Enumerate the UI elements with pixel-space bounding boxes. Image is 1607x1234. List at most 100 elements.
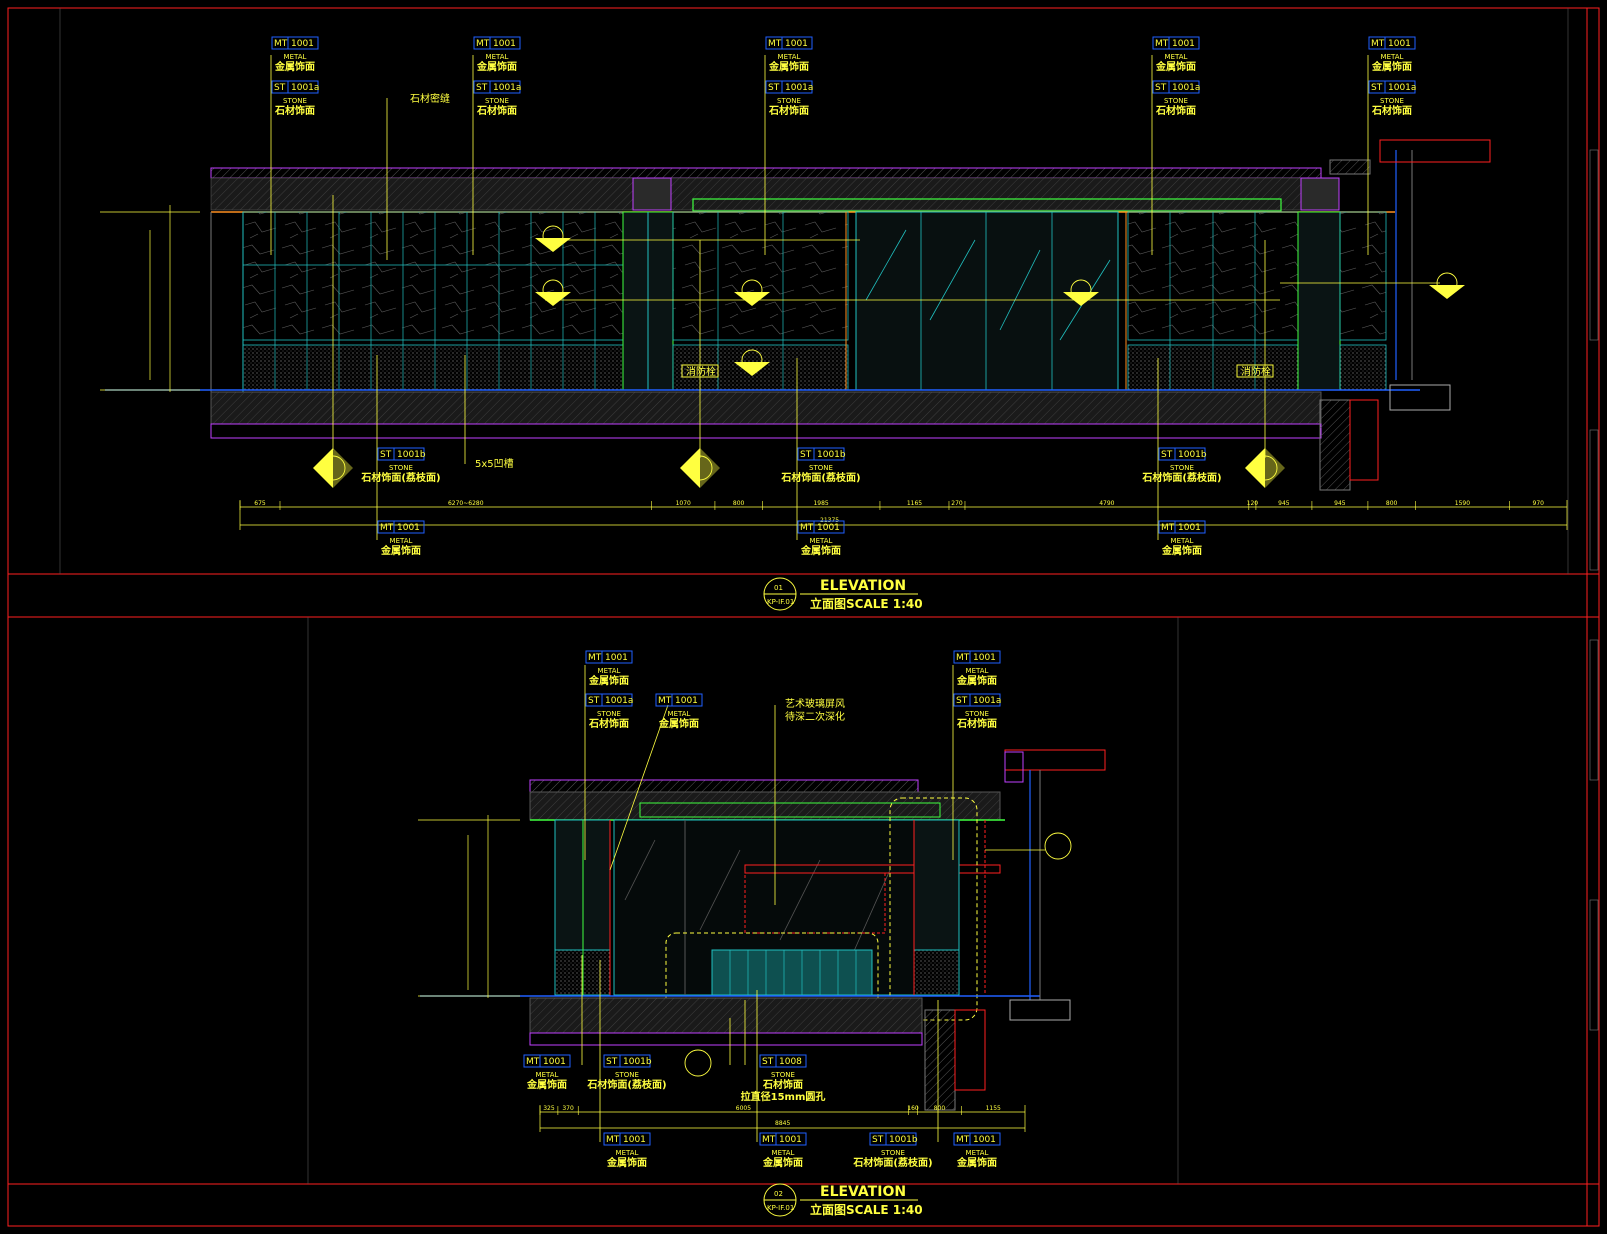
tag-material-cn: 石材饰面(荔枝面) [852,1156,932,1169]
tag-code-prefix: MT [1155,39,1169,49]
tag-material-en: STONE [881,1149,905,1157]
tag-code-number: 1001 [779,1135,802,1145]
tag-code-prefix: MT [1371,39,1385,49]
tag-code-prefix: ST [476,83,488,93]
material-tag-mt: MT 1001 METAL金属饰面 [953,1132,1001,1169]
elev1-dim-value: 1985 [813,500,828,507]
elev1-dim-value: 945 [1334,500,1346,507]
tag-code-prefix: ST [380,450,392,460]
tag-material-cn: 金属饰面 [956,674,997,687]
elev2-total-dimension: 8845 [775,1120,790,1127]
tag-code-prefix: ST [956,696,968,706]
tag-material-en: METAL [598,667,621,675]
tag-material-cn: 金属饰面 [800,544,841,557]
elev1-dimensions: 675 6270~6280 1070 800 1985 1165 270 4790 120 945… [239,500,1544,510]
tag-code-prefix: MT [274,39,288,49]
tag-material-en: STONE [1170,464,1194,472]
elev1-dim-value: 800 [733,500,745,507]
tag-code-number: 1001a [785,83,813,93]
fire-hydrant-label-2: 消防栓 [1241,365,1271,378]
elev1-dim-value: 120 [1247,500,1259,507]
tag-material-cn: 石材饰面(荔枝面) [1141,471,1221,484]
tag-material-en: METAL [616,1149,639,1157]
tag-material-cn: 石材饰面 [762,1078,803,1091]
elevation-1-drawing: 消防栓 消防栓 石材密缝 5x5凹槽 [100,55,1568,540]
tag-material-en: STONE [771,1071,795,1079]
material-tag-mt: MT 1001 METAL金属饰面 [523,1054,571,1091]
tag-material-cn: 金属饰面 [1161,544,1202,557]
material-tag-st_a: ST 1001a STONE石材饰面 [1152,80,1200,117]
tag-material-cn: 金属饰面 [1371,60,1412,73]
tag-code-number: 1001 [291,39,314,49]
tag-material-en: METAL [536,1071,559,1079]
tag-material-cn: 金属饰面 [380,544,421,557]
elev2-dim-value: 1155 [986,1105,1001,1112]
tag-code-number: 1001b [397,450,426,460]
elev1-dim-value: 945 [1278,500,1290,507]
elev1-bubble-ref: KP-IF.01 [767,598,794,606]
tag-material-en: METAL [966,1149,989,1157]
tag-code-prefix: MT [476,39,490,49]
elev2-dim-value: 325 [543,1105,555,1112]
tag-material-en: STONE [965,710,989,718]
tag-material-cn: 石材饰面(荔枝面) [586,1078,666,1091]
tag-code-prefix: ST [274,83,286,93]
tag-code-number: 1001 [973,1135,996,1145]
tag-material-note: 拉直径15mm圆孔 [741,1090,826,1103]
elevation-2-drawing: 艺术玻璃屏风 待深二次深化 [418,665,1106,1142]
tag-code-number: 1001a [973,696,1001,706]
tag-material-cn: 石材饰面(荔枝面) [360,471,440,484]
material-tag-mt: MT 1001 METAL金属饰面 [1368,36,1416,73]
tag-material-en: METAL [1381,53,1404,61]
elev2-dim-value: 370 [562,1105,574,1112]
tag-material-en: METAL [1171,537,1194,545]
tag-code-prefix: MT [526,1057,540,1067]
tag-code-number: 1001 [543,1057,566,1067]
tag-code-prefix: MT [658,696,672,706]
tag-code-prefix: MT [380,523,394,533]
tag-material-en: STONE [1380,97,1404,105]
elev2-dim-value: 800 [934,1105,946,1112]
tag-code-number: 1001a [605,696,633,706]
material-tag-mt: MT 1001 METAL金属饰面 [1158,520,1206,557]
tag-code-number: 1001b [623,1057,652,1067]
tag-code-prefix: ST [1155,83,1167,93]
elev1-dim-value: 4790 [1099,500,1114,507]
tag-material-cn: 金属饰面 [658,717,699,730]
tag-material-cn: 石材饰面 [1371,104,1412,117]
tag-code-number: 1001 [623,1135,646,1145]
tag-code-number: 1001a [291,83,319,93]
elev1-dim-value: 675 [254,500,266,507]
groove-label: 5x5凹槽 [475,457,514,470]
material-tag-mt: MT 1001 METAL金属饰面 [759,1132,807,1169]
tag-code-number: 1008 [779,1057,802,1067]
elev2-dim-value: 6005 [736,1105,751,1112]
tag-code-number: 1001b [817,450,846,460]
tag-material-cn: 石材饰面 [588,717,629,730]
tag-material-en: STONE [809,464,833,472]
tag-code-prefix: ST [588,696,600,706]
material-tag-mt: MT 1001 METAL金属饰面 [1152,36,1200,73]
tag-code-number: 1001a [1172,83,1200,93]
tag-material-cn: 金属饰面 [526,1078,567,1091]
tag-code-prefix: ST [762,1057,774,1067]
tag-code-prefix: MT [588,653,602,663]
material-tag-st_a: ST 1001a STONE石材饰面 [585,693,633,730]
material-tag-st_b: ST 1001b STONE石材饰面(荔枝面) [780,447,861,484]
drawing-sheet: 消防栓 消防栓 石材密缝 5x5凹槽 675 6270~6280 1070 80… [7,7,1600,1227]
material-tag-st_b: ST 1001b STONE石材饰面(荔枝面) [586,1054,667,1091]
tag-code-number: 1001 [1172,39,1195,49]
tag-material-cn: 石材饰面 [956,717,997,730]
tag-code-prefix: ST [1371,83,1383,93]
tag-material-en: METAL [486,53,509,61]
stone-seal-label: 石材密缝 [410,92,450,105]
material-tag-mt: MT 1001 METAL金属饰面 [797,520,845,557]
tag-material-en: METAL [1165,53,1188,61]
material-tag-st_b: ST 1001b STONE石材饰面(荔枝面) [852,1132,933,1169]
elev1-dim-value: 800 [1386,500,1398,507]
material-tag-mt: MT 1001 METAL金属饰面 [953,650,1001,687]
material-tag-mt: MT 1001 METAL金属饰面 [655,693,703,730]
material-tag-st_a: ST 1001a STONE石材饰面 [271,80,319,117]
tag-material-en: METAL [284,53,307,61]
tag-code-number: 1001 [605,653,628,663]
